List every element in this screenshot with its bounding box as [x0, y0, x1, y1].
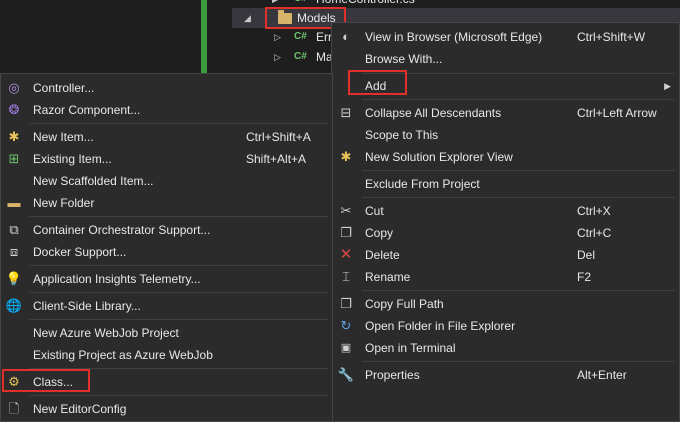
menu-separator: [29, 265, 328, 266]
collapse-triangle-icon[interactable]: ◢: [244, 9, 251, 27]
collapse-icon: ⊟: [340, 105, 352, 120]
new-view-icon: ✱: [340, 149, 352, 164]
terminal-icon: ▣: [340, 342, 352, 354]
menu-separator: [29, 395, 328, 396]
menu-separator: [29, 292, 328, 293]
existing-item-icon: ⊞: [8, 151, 20, 166]
submenu-item-client-side-library[interactable]: 🌐 Client-Side Library...: [1, 295, 332, 317]
submenu-item-new-item[interactable]: ✱ New Item... Ctrl+Shift+A: [1, 126, 332, 148]
submenu-item-existing-azure-webjob[interactable]: Existing Project as Azure WebJob: [1, 344, 332, 366]
submenu-item-new-folder[interactable]: ▬ New Folder: [1, 192, 332, 214]
controller-icon: ◎: [8, 80, 20, 95]
copy-path-icon: ❐: [340, 296, 352, 311]
menu-item-exclude[interactable]: Exclude From Project: [332, 173, 679, 195]
add-submenu: ◎ Controller... ❂ Razor Component... ✱ N…: [0, 73, 333, 422]
csharp-file-icon: C#: [294, 51, 307, 62]
scissors-icon: ✂: [340, 203, 352, 218]
new-folder-icon: ▬: [7, 195, 21, 210]
open-folder-icon: ↻: [340, 318, 352, 333]
menu-item-collapse-all[interactable]: ⊟ Collapse All Descendants Ctrl+Left Arr…: [332, 102, 679, 124]
browser-icon: ◐: [342, 29, 350, 44]
menu-item-scope-to-this[interactable]: Scope to This: [332, 124, 679, 146]
delete-icon: ✕: [339, 246, 353, 263]
menu-separator: [362, 170, 675, 171]
menu-item-properties[interactable]: 🔧 Properties Alt+Enter: [332, 364, 679, 386]
project-indicator-bar: [201, 0, 207, 75]
submenu-item-razor-component[interactable]: ❂ Razor Component...: [1, 99, 332, 121]
submenu-item-new-editorconfig[interactable]: 🗋 New EditorConfig: [1, 398, 332, 420]
menu-separator: [362, 361, 675, 362]
submenu-item-container-orchestrator[interactable]: ⧉ Container Orchestrator Support...: [1, 219, 332, 241]
context-menu: ◐ View in Browser (Microsoft Edge) Ctrl+…: [331, 22, 680, 422]
expand-triangle-icon[interactable]: ▷: [274, 48, 281, 66]
menu-item-open-in-terminal[interactable]: ▣ Open in Terminal: [332, 337, 679, 359]
docker-icon: ⧈: [9, 244, 19, 259]
submenu-item-app-insights[interactable]: 💡 Application Insights Telemetry...: [1, 268, 332, 290]
menu-separator: [29, 123, 328, 124]
submenu-item-existing-item[interactable]: ⊞ Existing Item... Shift+Alt+A: [1, 148, 332, 170]
highlight-box-class: [2, 369, 90, 392]
submenu-item-docker-support[interactable]: ⧈ Docker Support...: [1, 241, 332, 263]
menu-item-view-in-browser[interactable]: ◐ View in Browser (Microsoft Edge) Ctrl+…: [332, 26, 679, 48]
tree-item-label: Err: [316, 30, 332, 44]
lightbulb-icon: 💡: [5, 271, 23, 286]
menu-item-new-solution-view[interactable]: ✱ New Solution Explorer View: [332, 146, 679, 168]
menu-separator: [362, 290, 675, 291]
menu-item-browse-with[interactable]: Browse With...: [332, 48, 679, 70]
menu-item-open-in-explorer[interactable]: ↻ Open Folder in File Explorer: [332, 315, 679, 337]
menu-separator: [362, 197, 675, 198]
menu-item-cut[interactable]: ✂ Cut Ctrl+X: [332, 200, 679, 222]
copy-icon: ❐: [340, 225, 352, 240]
menu-item-copy[interactable]: ❐ Copy Ctrl+C: [332, 222, 679, 244]
submenu-item-new-scaffolded-item[interactable]: New Scaffolded Item...: [1, 170, 332, 192]
razor-icon: ❂: [8, 102, 20, 117]
submenu-arrow-icon: ▶: [664, 81, 671, 91]
expand-triangle-icon[interactable]: ▷: [274, 28, 281, 46]
menu-separator: [29, 319, 328, 320]
container-icon: ⧉: [9, 222, 19, 237]
new-item-icon: ✱: [8, 129, 20, 144]
menu-separator: [29, 216, 328, 217]
csharp-file-icon: C#: [294, 31, 307, 42]
menu-separator: [362, 73, 675, 74]
wrench-icon: 🔧: [337, 367, 355, 382]
menu-item-delete[interactable]: ✕ Delete Del: [332, 244, 679, 266]
submenu-item-new-azure-webjob[interactable]: New Azure WebJob Project: [1, 322, 332, 344]
globe-icon: 🌐: [5, 298, 23, 313]
highlight-box-add: [348, 70, 407, 95]
rename-icon: ⌶: [342, 269, 350, 284]
menu-item-rename[interactable]: ⌶ Rename F2: [332, 266, 679, 288]
menu-item-copy-full-path[interactable]: ❐ Copy Full Path: [332, 293, 679, 315]
file-icon: 🗋: [8, 401, 20, 416]
submenu-item-controller[interactable]: ◎ Controller...: [1, 77, 332, 99]
menu-separator: [362, 99, 675, 100]
